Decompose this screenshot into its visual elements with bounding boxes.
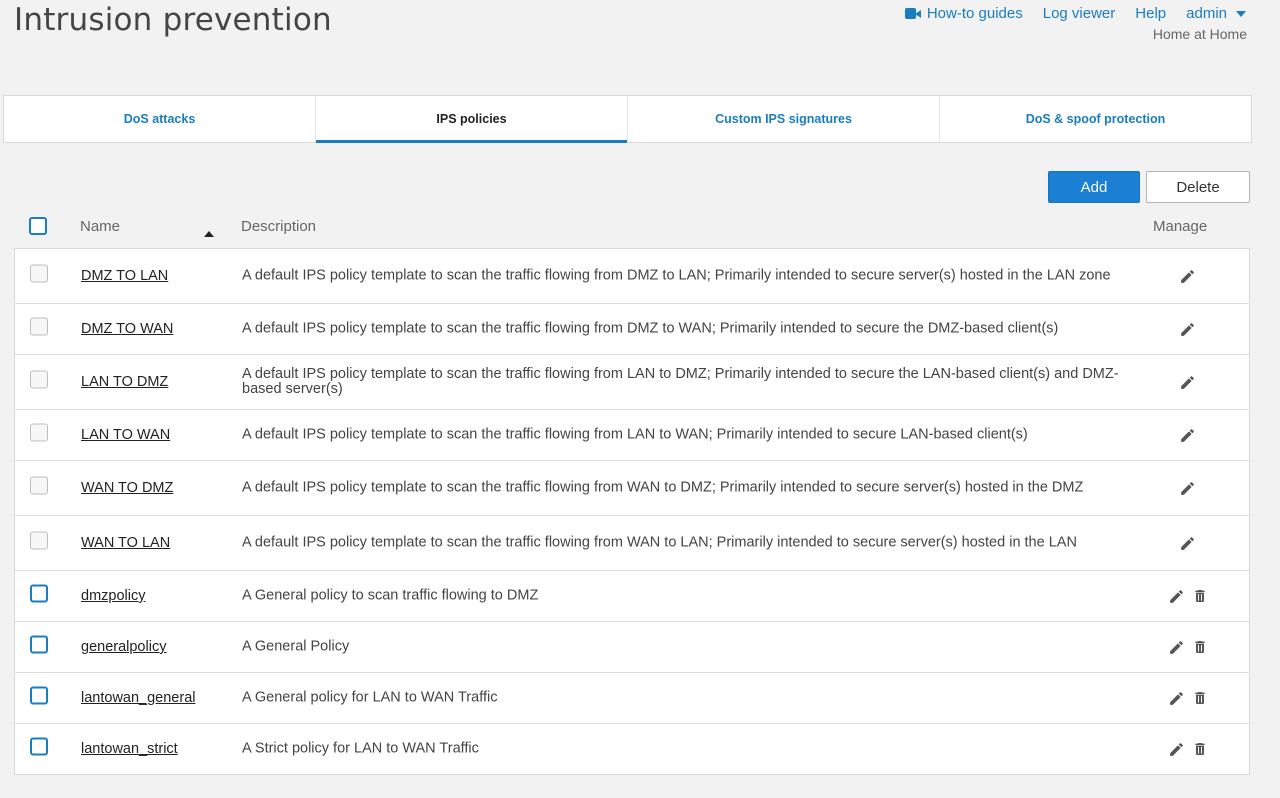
- log-viewer-label: Log viewer: [1042, 5, 1116, 22]
- manage-actions: [1178, 426, 1196, 444]
- policy-name-link[interactable]: WAN TO DMZ: [81, 480, 173, 496]
- help-label: Help: [1135, 5, 1167, 22]
- manage-actions: [1167, 587, 1209, 605]
- table-row[interactable]: generalpolicy A General Policy: [15, 622, 1249, 673]
- policy-description: A General Policy: [242, 638, 350, 655]
- admin-label: admin: [1186, 5, 1227, 22]
- page-title: Intrusion prevention: [14, 2, 332, 38]
- tab-dos-attacks[interactable]: DoS attacks: [4, 96, 316, 142]
- policy-description: A default IPS policy template to scan th…: [242, 366, 1119, 397]
- policy-table: DMZ TO LAN A default IPS policy template …: [14, 248, 1250, 775]
- table-row[interactable]: dmzpolicy A General policy to scan traffi…: [15, 571, 1249, 622]
- tab-ips-policies[interactable]: IPS policies: [316, 96, 628, 143]
- manage-actions: [1178, 534, 1196, 552]
- row-checkbox: [30, 531, 48, 555]
- tab-bar: DoS attacks IPS policies Custom IPS signat…: [3, 95, 1252, 143]
- policy-description: A default IPS policy template to scan th…: [242, 479, 1084, 496]
- row-checkbox: [30, 370, 48, 394]
- pencil-icon[interactable]: [1167, 587, 1185, 605]
- trash-icon[interactable]: [1191, 740, 1209, 758]
- sort-ascending-icon[interactable]: [204, 224, 214, 241]
- column-manage-header: Manage: [1153, 218, 1208, 235]
- pencil-icon[interactable]: [1178, 320, 1196, 338]
- manage-actions: [1178, 479, 1196, 497]
- row-checkbox: [30, 423, 48, 447]
- manage-actions: [1167, 638, 1209, 656]
- policy-description: A General policy to scan traffic flowing…: [242, 587, 539, 604]
- table-row[interactable]: WAN TO LAN A default IPS policy template …: [15, 516, 1249, 571]
- pencil-icon[interactable]: [1178, 479, 1196, 497]
- manage-actions: [1178, 320, 1196, 338]
- trash-icon[interactable]: [1191, 587, 1209, 605]
- manage-actions: [1167, 740, 1209, 758]
- policy-name-link[interactable]: generalpolicy: [81, 639, 166, 655]
- row-checkbox: [30, 476, 48, 500]
- add-button[interactable]: Add: [1048, 171, 1140, 203]
- tab-dos-spoof-protection[interactable]: DoS & spoof protection: [940, 96, 1251, 142]
- select-all-checkbox[interactable]: [29, 217, 47, 239]
- table-header: Name Description Manage: [14, 212, 1250, 248]
- table-row[interactable]: LAN TO DMZ A default IPS policy template …: [15, 355, 1249, 410]
- pencil-icon[interactable]: [1167, 638, 1185, 656]
- policy-name-link[interactable]: lantowan_general: [81, 690, 195, 706]
- policy-description: A default IPS policy template to scan th…: [242, 320, 1059, 337]
- policy-name-link[interactable]: WAN TO LAN: [81, 535, 170, 551]
- row-checkbox[interactable]: [30, 686, 48, 710]
- column-name-header[interactable]: Name: [80, 218, 120, 235]
- row-checkbox: [30, 317, 48, 341]
- location-label: Home at Home: [1152, 26, 1247, 42]
- policy-description: A Strict policy for LAN to WAN Traffic: [242, 740, 479, 757]
- table-row[interactable]: LAN TO WAN A default IPS policy template …: [15, 410, 1249, 461]
- policy-name-link[interactable]: lantowan_strict: [81, 741, 178, 757]
- manage-actions: [1167, 689, 1209, 707]
- column-description-header: Description: [241, 218, 317, 235]
- trash-icon[interactable]: [1191, 689, 1209, 707]
- tab-custom-ips-signatures[interactable]: Custom IPS signatures: [628, 96, 940, 142]
- pencil-icon[interactable]: [1167, 689, 1185, 707]
- pencil-icon[interactable]: [1178, 267, 1196, 285]
- delete-button[interactable]: Delete: [1146, 171, 1250, 203]
- help-link[interactable]: Help: [1135, 5, 1166, 22]
- policy-name-link[interactable]: DMZ TO LAN: [81, 268, 168, 284]
- chevron-down-icon: [1236, 10, 1246, 17]
- table-row[interactable]: DMZ TO WAN A default IPS policy template …: [15, 304, 1249, 355]
- row-checkbox: [30, 264, 48, 288]
- manage-actions: [1178, 373, 1196, 391]
- policy-description: A default IPS policy template to scan th…: [242, 426, 1028, 443]
- pencil-icon[interactable]: [1178, 373, 1196, 391]
- table-row[interactable]: DMZ TO LAN A default IPS policy template …: [15, 249, 1249, 304]
- table-row[interactable]: lantowan_general A General policy for LAN…: [15, 673, 1249, 724]
- policy-description: A default IPS policy template to scan th…: [242, 267, 1111, 284]
- trash-icon[interactable]: [1191, 638, 1209, 656]
- policy-name-link[interactable]: LAN TO WAN: [81, 427, 170, 443]
- policy-name-link[interactable]: LAN TO DMZ: [81, 374, 168, 390]
- how-to-guides-link[interactable]: How-to guides: [904, 5, 1023, 22]
- pencil-icon[interactable]: [1178, 534, 1196, 552]
- policy-name-link[interactable]: DMZ TO WAN: [81, 321, 173, 337]
- admin-menu[interactable]: admin: [1186, 5, 1246, 22]
- table-row[interactable]: WAN TO DMZ A default IPS policy template …: [15, 461, 1249, 516]
- policy-description: A General policy for LAN to WAN Traffic: [242, 689, 498, 706]
- top-links: How-to guides Log viewer Help admin: [904, 5, 1246, 22]
- row-checkbox[interactable]: [30, 737, 48, 761]
- pencil-icon[interactable]: [1167, 740, 1185, 758]
- row-checkbox[interactable]: [30, 584, 48, 608]
- table-row[interactable]: lantowan_strict A Strict policy for LAN t…: [15, 724, 1249, 774]
- pencil-icon[interactable]: [1178, 426, 1196, 444]
- video-camera-icon: [904, 8, 921, 19]
- policy-description: A default IPS policy template to scan th…: [242, 534, 1077, 551]
- how-to-guides-label: How-to guides: [926, 5, 1023, 22]
- policy-name-link[interactable]: dmzpolicy: [81, 588, 145, 604]
- log-viewer-link[interactable]: Log viewer: [1043, 5, 1116, 22]
- manage-actions: [1178, 267, 1196, 285]
- row-checkbox[interactable]: [30, 635, 48, 659]
